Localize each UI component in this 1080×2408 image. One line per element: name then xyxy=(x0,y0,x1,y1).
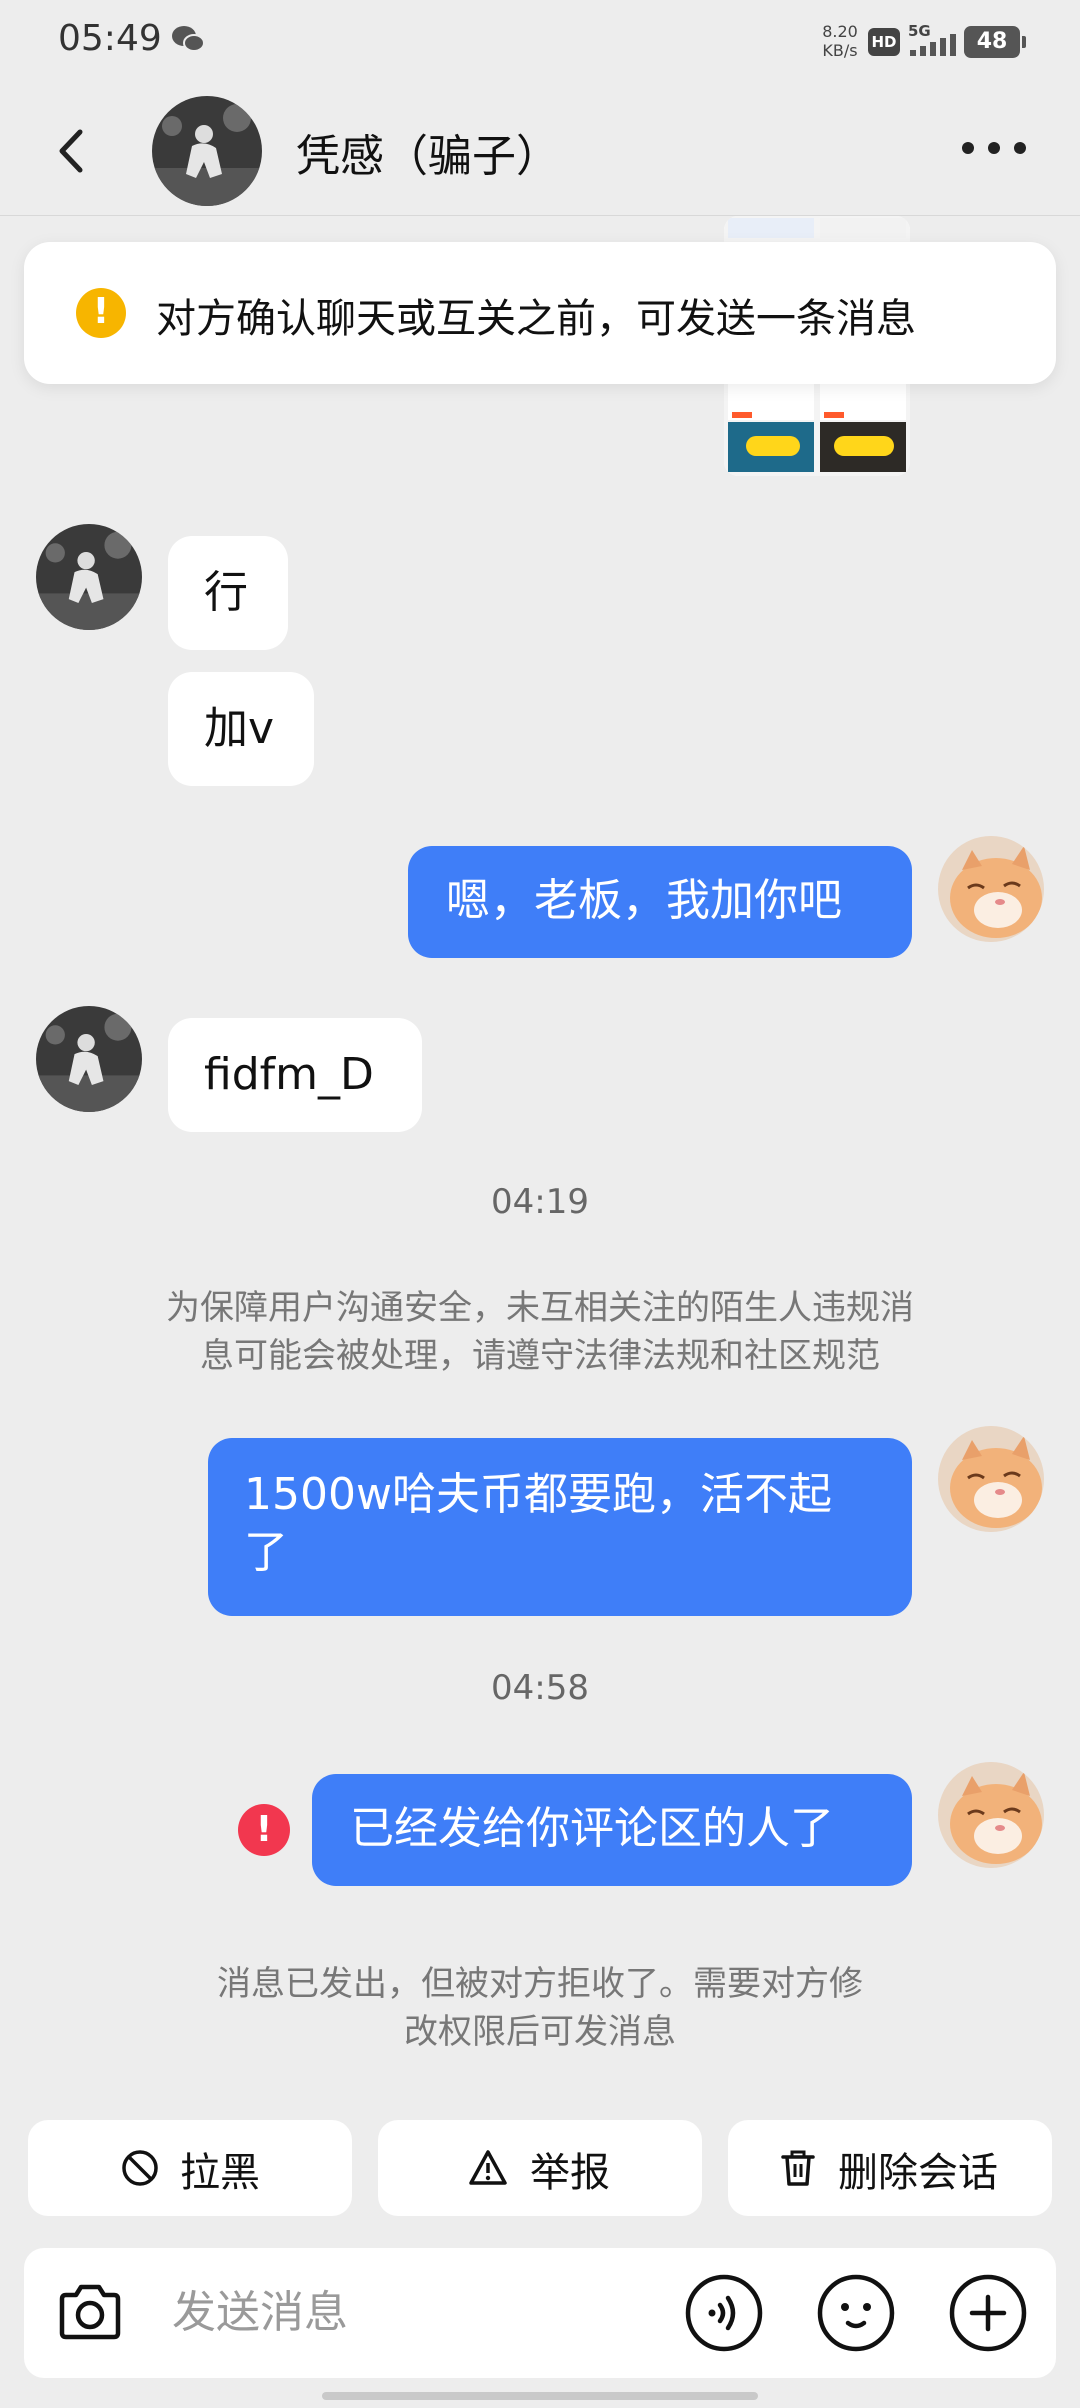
my-avatar-image xyxy=(938,1426,1044,1532)
warning-icon xyxy=(76,288,126,338)
message-bubble-outgoing[interactable]: 1500w哈夫币都要跑，活不起 了 xyxy=(208,1438,912,1616)
timestamp: 04:19 xyxy=(491,1182,589,1222)
system-message-line: 为保障用户沟通安全，未互相关注的陌生人违规消 xyxy=(166,1288,914,1328)
message-line: 1500w哈夫币都要跑，活不起 xyxy=(244,1469,832,1520)
network-speed-unit: KB/s xyxy=(822,41,858,60)
block-button[interactable]: 拉黑 xyxy=(28,2120,352,2216)
system-message-line: 改权限后可发消息 xyxy=(404,2012,676,2052)
message-bubble-incoming[interactable]: 加v xyxy=(168,672,314,786)
message-bubble-outgoing[interactable]: 嗯，老板，我加你吧 xyxy=(408,846,912,958)
message-bubble-outgoing[interactable]: 已经发给你评论区的人了 xyxy=(312,1774,912,1886)
notice-text: 对方确认聊天或互关之前，可发送一条消息 xyxy=(156,296,916,342)
more-options-icon[interactable] xyxy=(954,126,1034,170)
add-plus-icon[interactable] xyxy=(948,2273,1028,2353)
my-avatar[interactable] xyxy=(938,1762,1044,1868)
status-time: 05:49 xyxy=(58,18,162,59)
my-avatar-image xyxy=(938,1762,1044,1868)
contact-avatar-image xyxy=(152,96,262,206)
message-bubble-incoming[interactable]: fidfm_D xyxy=(168,1018,422,1132)
chat-actions: 拉黑 举报 删除会话 xyxy=(0,2120,1080,2216)
timestamp: 04:58 xyxy=(491,1668,589,1708)
network-speed-value: 8.20 xyxy=(822,22,858,41)
system-message: 为保障用户沟通安全，未互相关注的陌生人违规消 息可能会被处理，请遵守法律法规和社… xyxy=(120,1284,960,1380)
camera-icon[interactable] xyxy=(50,2273,130,2353)
cellular-signal-icon: 5G xyxy=(908,22,956,56)
battery-indicator: 48 xyxy=(964,26,1026,58)
my-avatar-image xyxy=(938,836,1044,942)
contact-name: 凭感（骗子） xyxy=(296,131,560,182)
peer-avatar[interactable] xyxy=(36,524,142,630)
send-failed-icon[interactable] xyxy=(238,1804,290,1856)
network-speed: 8.20 KB/s xyxy=(816,22,864,60)
message-input-bar xyxy=(24,2248,1056,2378)
block-label: 拉黑 xyxy=(180,2150,260,2196)
system-message-line: 消息已发出，但被对方拒收了。需要对方修 xyxy=(217,1964,863,2004)
delete-conversation-label: 删除会话 xyxy=(838,2150,998,2196)
notice-banner: 对方确认聊天或互关之前，可发送一条消息 xyxy=(24,242,1056,384)
home-indicator[interactable] xyxy=(322,2392,758,2400)
delete-conversation-button[interactable]: 删除会话 xyxy=(728,2120,1052,2216)
message-line: 了 xyxy=(244,1527,288,1578)
my-avatar[interactable] xyxy=(938,836,1044,942)
block-icon xyxy=(122,2150,158,2186)
peer-avatar-image xyxy=(36,1006,142,1112)
report-button[interactable]: 举报 xyxy=(378,2120,702,2216)
voice-message-icon[interactable] xyxy=(684,2273,764,2353)
trash-icon xyxy=(781,2150,815,2186)
contact-avatar[interactable] xyxy=(152,96,262,206)
peer-avatar[interactable] xyxy=(36,1006,142,1112)
message-bubble-incoming[interactable]: 行 xyxy=(168,536,288,650)
my-avatar[interactable] xyxy=(938,1426,1044,1532)
system-message: 消息已发出，但被对方拒收了。需要对方修 改权限后可发消息 xyxy=(120,1960,960,2056)
network-type: 5G xyxy=(908,22,931,40)
wechat-notification-icon xyxy=(172,26,205,52)
warning-triangle-icon xyxy=(469,2150,507,2185)
message-input[interactable] xyxy=(172,2282,672,2342)
system-message-line: 息可能会被处理，请遵守法律法规和社区规范 xyxy=(200,1336,880,1376)
hd-voice-badge: HD xyxy=(868,28,900,56)
peer-avatar-image xyxy=(36,524,142,630)
back-button[interactable] xyxy=(42,118,102,184)
emoji-icon[interactable] xyxy=(816,2273,896,2353)
status-bar: 05:49 8.20 KB/s HD 5G 48 xyxy=(0,0,1080,84)
chat-header: 凭感（骗子） xyxy=(0,84,1080,216)
report-label: 举报 xyxy=(530,2150,610,2196)
